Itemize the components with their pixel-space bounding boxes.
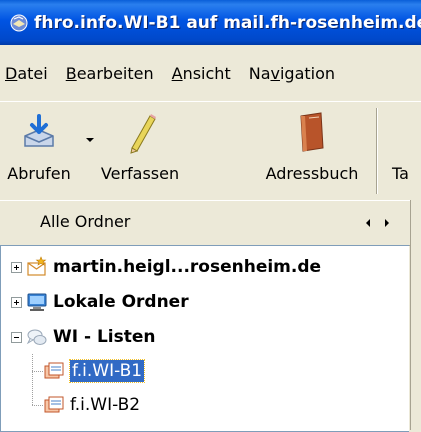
- tag-button[interactable]: Ta: [392, 108, 421, 183]
- main-toolbar: Abrufen Verfassen Adressbuch Ta: [0, 101, 421, 201]
- pencil-icon: [130, 114, 156, 154]
- address-book-label: Adressbuch: [265, 164, 359, 183]
- tree-item-newsgroup-wi-b2[interactable]: f.i.WI-B2: [43, 388, 140, 422]
- newsgroup-icon: [44, 362, 64, 379]
- newsgroup-icon: [44, 396, 64, 413]
- tree-connector-line: [32, 388, 33, 405]
- tree-item-label: martin.heigl...rosenheim.de: [53, 257, 322, 277]
- compose-button[interactable]: Verfassen: [96, 108, 184, 183]
- prev-folder-view-arrow[interactable]: [366, 219, 370, 227]
- menu-datei-accel: D: [5, 63, 18, 83]
- menu-navigation[interactable]: Navigation: [240, 64, 344, 83]
- expand-toggle[interactable]: [11, 296, 22, 308]
- collapse-toggle[interactable]: [11, 331, 22, 343]
- folder-tree: martin.heigl...rosenheim.de Lokale Ordne…: [0, 245, 409, 432]
- tree-item-wi-listen[interactable]: WI - Listen: [11, 320, 156, 354]
- window-title: fhro.info.WI-B1 auf mail.fh-rosenheim.de: [34, 12, 421, 33]
- menu-navigation-rest: igation: [279, 63, 336, 83]
- menu-ansicht-accel: A: [171, 63, 183, 83]
- tag-label: Ta: [392, 164, 409, 183]
- local-folders-icon: [27, 293, 47, 311]
- menu-ansicht-rest: nsicht: [182, 63, 231, 83]
- menu-bearbeiten-accel: B: [65, 63, 77, 83]
- get-mail-button[interactable]: Abrufen: [4, 108, 74, 183]
- thunderbird-icon: [10, 14, 28, 31]
- expand-toggle[interactable]: [11, 261, 22, 273]
- tree-item-mail-account[interactable]: martin.heigl...rosenheim.de: [11, 250, 321, 284]
- mail-account-icon: [27, 256, 47, 276]
- toolbar-separator: [376, 108, 378, 194]
- get-mail-icon: [24, 114, 54, 147]
- menu-bar: Datei Bearbeiten Ansicht Navigation: [0, 45, 421, 102]
- get-mail-dropdown-arrow[interactable]: [86, 138, 94, 142]
- folder-pane-header: Alle Ordner: [0, 200, 410, 246]
- menu-bearbeiten[interactable]: Bearbeiten: [57, 64, 163, 83]
- tag-icon: [392, 108, 421, 156]
- tree-item-label: f.i.WI-B2: [70, 395, 141, 415]
- tree-item-label: Lokale Ordner: [53, 292, 189, 312]
- tree-item-label: f.i.WI-B1: [68, 359, 146, 383]
- news-server-icon: [26, 329, 47, 345]
- tree-item-newsgroup-wi-b1[interactable]: f.i.WI-B1: [43, 354, 146, 388]
- menu-datei[interactable]: Datei: [0, 64, 57, 83]
- menu-ansicht[interactable]: Ansicht: [163, 64, 240, 83]
- next-folder-view-arrow[interactable]: [385, 219, 389, 227]
- address-book-button[interactable]: Adressbuch: [254, 108, 370, 183]
- tree-item-label: WI - Listen: [53, 327, 156, 347]
- menu-datei-rest: atei: [17, 63, 48, 83]
- menu-bearbeiten-rest: earbeiten: [76, 63, 154, 83]
- menu-navigation-pre: Na: [248, 63, 271, 83]
- tree-item-local-folders[interactable]: Lokale Ordner: [11, 285, 189, 319]
- pane-splitter[interactable]: [410, 200, 421, 430]
- address-book-icon: [300, 112, 324, 152]
- title-bar[interactable]: fhro.info.WI-B1 auf mail.fh-rosenheim.de: [0, 0, 421, 45]
- folder-view-title: Alle Ordner: [40, 212, 131, 231]
- compose-label: Verfassen: [100, 164, 180, 183]
- menu-navigation-accel: v: [270, 63, 280, 83]
- get-mail-label: Abrufen: [7, 164, 71, 183]
